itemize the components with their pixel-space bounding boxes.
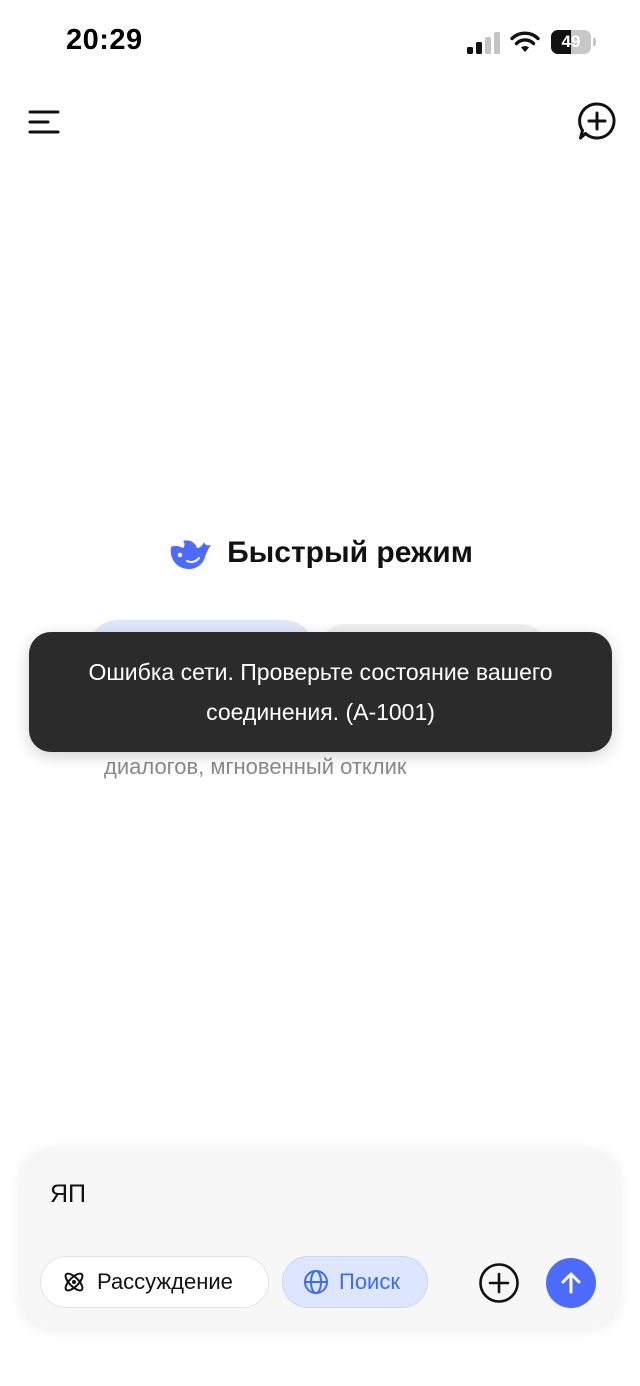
signal-icon [467,32,500,54]
battery-level: 49 [561,32,581,51]
think-label: Рассуждение [97,1269,233,1294]
message-composer: ЯП Рассуждение Поиск [20,1148,620,1328]
plus-circle-icon[interactable] [478,1262,520,1304]
error-toast: Ошибка сети. Проверьте состояние вашего … [29,632,612,752]
search-toggle-button[interactable]: Поиск [282,1256,428,1308]
message-input[interactable]: ЯП [50,1180,86,1209]
send-button[interactable] [546,1258,596,1308]
app-screen: 20:29 49 Быстрый режим диалогов, мгновен… [0,0,640,1386]
status-bar: 20:29 49 [0,0,640,84]
think-toggle-button[interactable]: Рассуждение [40,1256,269,1308]
mode-description: диалогов, мгновенный отклик [104,754,407,779]
new-chat-icon[interactable] [576,100,618,142]
bottom-safe-area [0,1360,640,1386]
arrow-up-icon [561,1272,581,1294]
atom-icon [64,1272,84,1292]
toast-message: Ошибка сети. Проверьте состояние вашего … [88,659,553,725]
battery-icon: 49 [551,30,597,54]
mode-title: Быстрый режим [227,536,473,569]
globe-icon [304,1270,328,1294]
status-time: 20:29 [66,24,143,56]
mode-header: Быстрый режим [0,528,640,578]
search-label: Поиск [339,1269,400,1294]
whale-logo-icon [170,540,212,569]
menu-icon[interactable] [24,104,64,140]
battery-cap [593,38,596,46]
wifi-icon [510,31,540,52]
battery-body: 49 [551,30,591,54]
